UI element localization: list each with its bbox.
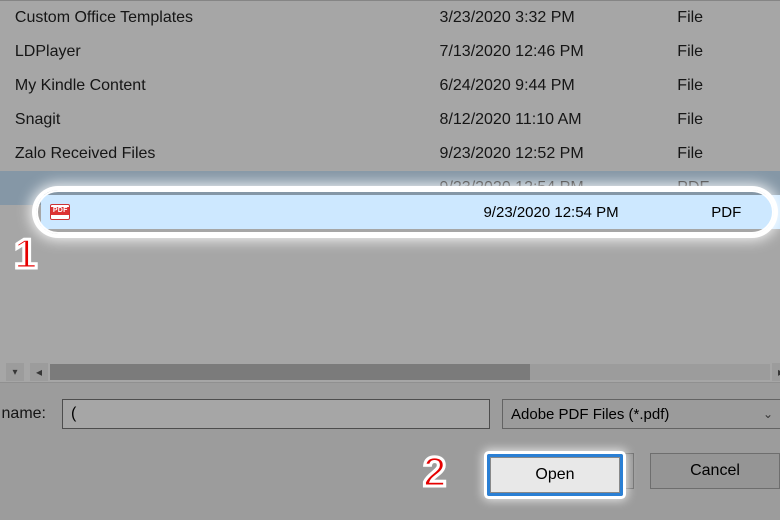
filetype-dropdown[interactable]: Adobe PDF Files (*.pdf) ⌄: [502, 399, 780, 429]
file-list-pane: Custom Office Templates 3/23/2020 3:32 P…: [0, 1, 780, 381]
chevron-down-icon: ⌄: [763, 407, 773, 421]
open-button-highlight: Open: [490, 457, 620, 493]
file-type: File: [673, 111, 780, 129]
file-type: PDF: [673, 179, 780, 197]
filetype-label: Adobe PDF Files (*.pdf): [511, 406, 669, 423]
file-row-selected[interactable]: 9/23/2020 12:54 PM PDF: [0, 171, 780, 205]
scrollbar-track[interactable]: [50, 364, 770, 380]
file-date: 8/12/2020 11:10 AM: [440, 111, 674, 129]
cancel-button[interactable]: Cancel: [650, 453, 780, 489]
file-row[interactable]: Zalo Received Files 9/23/2020 12:52 PM F…: [0, 137, 780, 171]
file-row[interactable]: Custom Office Templates 3/23/2020 3:32 P…: [0, 1, 780, 35]
scrollbar-thumb[interactable]: [50, 364, 530, 380]
file-date: 6/24/2020 9:44 PM: [440, 77, 674, 95]
dialog-footer: name: Adobe PDF Files (*.pdf) ⌄ Open Can…: [0, 382, 780, 520]
file-name: LDPlayer: [11, 43, 440, 61]
file-list[interactable]: Custom Office Templates 3/23/2020 3:32 P…: [0, 1, 780, 205]
open-file-dialog: Custom Office Templates 3/23/2020 3:32 P…: [0, 0, 780, 520]
file-name: Zalo Received Files: [11, 145, 440, 163]
file-date: 3/23/2020 3:32 PM: [440, 9, 674, 27]
file-name: Snagit: [11, 111, 440, 129]
file-name: Custom Office Templates: [11, 9, 440, 27]
file-date: 9/23/2020 12:52 PM: [440, 145, 674, 163]
file-type: File: [673, 145, 780, 163]
scroll-down-icon[interactable]: ▾: [6, 363, 24, 381]
file-date: 9/23/2020 12:54 PM: [440, 179, 674, 197]
horizontal-scrollbar[interactable]: ◂ ▸: [30, 363, 780, 381]
file-name: My Kindle Content: [11, 77, 440, 95]
filename-input[interactable]: [62, 399, 490, 429]
scroll-left-icon[interactable]: ◂: [30, 363, 48, 381]
file-row[interactable]: Snagit 8/12/2020 11:10 AM File: [0, 103, 780, 137]
file-type: File: [673, 9, 780, 27]
scroll-right-icon[interactable]: ▸: [772, 363, 780, 381]
file-row[interactable]: My Kindle Content 6/24/2020 9:44 PM File: [0, 69, 780, 103]
file-type: File: [673, 43, 780, 61]
filename-label: name:: [0, 405, 50, 423]
file-type: File: [673, 77, 780, 95]
file-row[interactable]: LDPlayer 7/13/2020 12:46 PM File: [0, 35, 780, 69]
file-date: 7/13/2020 12:46 PM: [440, 43, 674, 61]
